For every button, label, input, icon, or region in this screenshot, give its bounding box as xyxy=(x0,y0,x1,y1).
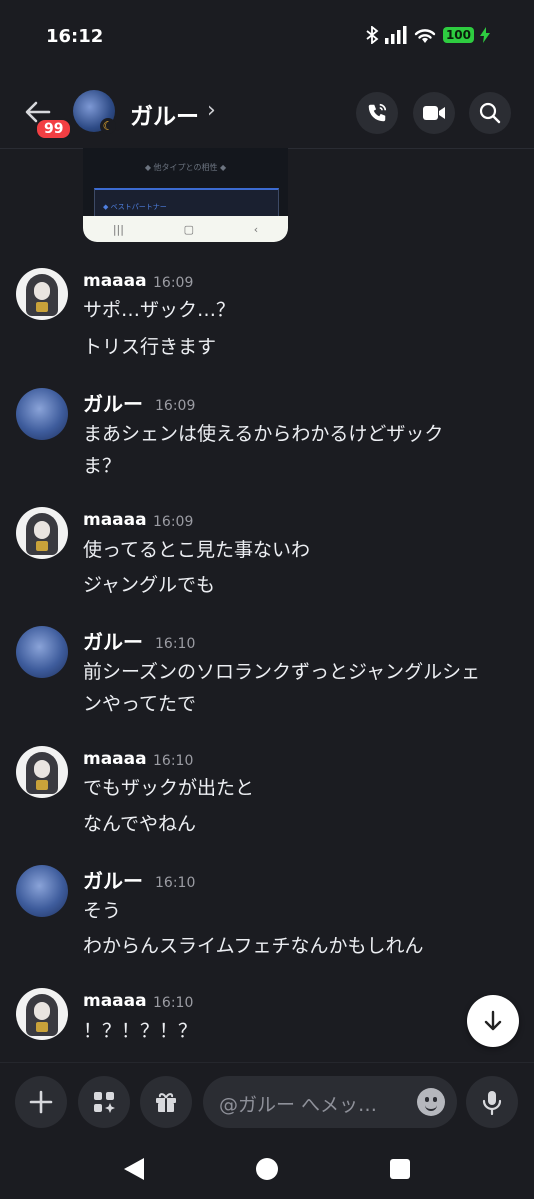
microphone-icon xyxy=(482,1091,502,1115)
gift-button[interactable] xyxy=(140,1076,192,1128)
avatar[interactable] xyxy=(16,626,68,678)
message-timestamp: 16:10 xyxy=(153,995,194,1011)
channel-header: 99 ☾ ガルー › xyxy=(0,76,534,149)
apps-button[interactable] xyxy=(78,1076,130,1128)
plus-icon xyxy=(29,1090,53,1114)
system-nav-bar xyxy=(0,1142,534,1199)
avatar[interactable] xyxy=(16,268,68,320)
message-author[interactable]: maaaa xyxy=(83,271,147,291)
message-text: トリス行きます xyxy=(83,336,217,358)
avatar[interactable] xyxy=(16,865,68,917)
signal-icon xyxy=(384,26,407,44)
emoji-icon[interactable] xyxy=(417,1088,445,1116)
message-timestamp: 16:09 xyxy=(153,275,194,291)
message-timestamp: 16:09 xyxy=(155,398,196,414)
chevron-right-icon[interactable]: › xyxy=(207,98,216,123)
unread-badge: 99 xyxy=(35,118,73,140)
avatar[interactable] xyxy=(16,988,68,1040)
message-text: ジャングルでも xyxy=(83,574,216,596)
avatar[interactable] xyxy=(16,746,68,798)
image-attachment[interactable]: ◆ 他タイプとの相性 ◆ ◆ ベストパートナー ||| ▢ ‹ xyxy=(83,148,288,242)
battery-indicator: 100 xyxy=(442,27,474,43)
message-timestamp: 16:10 xyxy=(155,636,196,652)
avatar[interactable] xyxy=(16,388,68,440)
video-call-button[interactable] xyxy=(413,92,455,134)
message-text: 使ってるとこ見た事ないわ xyxy=(83,539,311,561)
attachment-box-label: ◆ ベストパートナー xyxy=(103,203,167,211)
message-text: まあシェンは使えるからわかるけどザック xyxy=(83,423,444,445)
home-icon: ▢ xyxy=(183,222,195,236)
message-composer: @ガルー へメッ… xyxy=(0,1062,534,1143)
apps-icon xyxy=(94,1092,115,1113)
message-author[interactable]: ガルー xyxy=(83,865,143,894)
video-camera-icon xyxy=(423,106,445,120)
arrow-down-icon xyxy=(484,1010,502,1031)
search-icon xyxy=(479,102,501,124)
message-timestamp: 16:10 xyxy=(153,753,194,769)
search-button[interactable] xyxy=(469,92,511,134)
message-author[interactable]: maaaa xyxy=(83,749,147,769)
bluetooth-icon xyxy=(366,26,379,44)
status-icons: 100 xyxy=(365,26,490,44)
avatar[interactable] xyxy=(16,507,68,559)
message-text: ！？！？！？ xyxy=(83,1020,198,1042)
idle-status-icon: ☾ xyxy=(100,118,116,134)
status-time: 16:12 xyxy=(46,26,104,47)
menu-icon: ||| xyxy=(112,222,124,236)
voice-call-button[interactable] xyxy=(356,92,398,134)
message-text: でもザックが出たと xyxy=(83,777,255,799)
nav-recents-icon[interactable] xyxy=(390,1159,410,1179)
message-text: サポ…ザック…？ xyxy=(83,299,236,321)
message-text: ま？ xyxy=(83,455,122,477)
voice-message-button[interactable] xyxy=(466,1076,518,1128)
wifi-icon xyxy=(414,29,436,43)
gift-icon xyxy=(156,1093,176,1112)
back-icon: ‹ xyxy=(253,222,259,236)
status-bar: 16:12 100 xyxy=(0,0,534,76)
message-timestamp: 16:10 xyxy=(155,875,196,891)
nav-back-icon[interactable] xyxy=(124,1158,144,1180)
message-text: なんでやねん xyxy=(83,813,197,835)
message-text: ンやってたで xyxy=(83,693,197,715)
message-timestamp: 16:09 xyxy=(153,514,194,530)
add-attachment-button[interactable] xyxy=(15,1076,67,1128)
message-text: わからんスライムフェチなんかもしれん xyxy=(83,935,424,957)
message-input[interactable]: @ガルー へメッ… xyxy=(203,1076,457,1128)
message-author[interactable]: maaaa xyxy=(83,991,147,1011)
message-input-placeholder: @ガルー へメッ… xyxy=(219,1094,378,1116)
attachment-text: ◆ 他タイプとの相性 ◆ xyxy=(144,163,227,172)
nav-home-icon[interactable] xyxy=(256,1158,278,1180)
message-author[interactable]: ガルー xyxy=(83,388,143,417)
attachment-nav-bar: ||| ▢ ‹ xyxy=(83,216,288,242)
message-author[interactable]: ガルー xyxy=(83,626,143,655)
message-author[interactable]: maaaa xyxy=(83,510,147,530)
message-text: そう xyxy=(83,900,122,922)
phone-call-icon xyxy=(368,103,387,122)
jump-to-bottom-button[interactable] xyxy=(467,995,519,1047)
charging-icon xyxy=(480,27,490,43)
message-text: 前シーズンのソロランクずっとジャングルシェ xyxy=(83,661,481,683)
channel-title[interactable]: ガルー xyxy=(130,97,199,131)
